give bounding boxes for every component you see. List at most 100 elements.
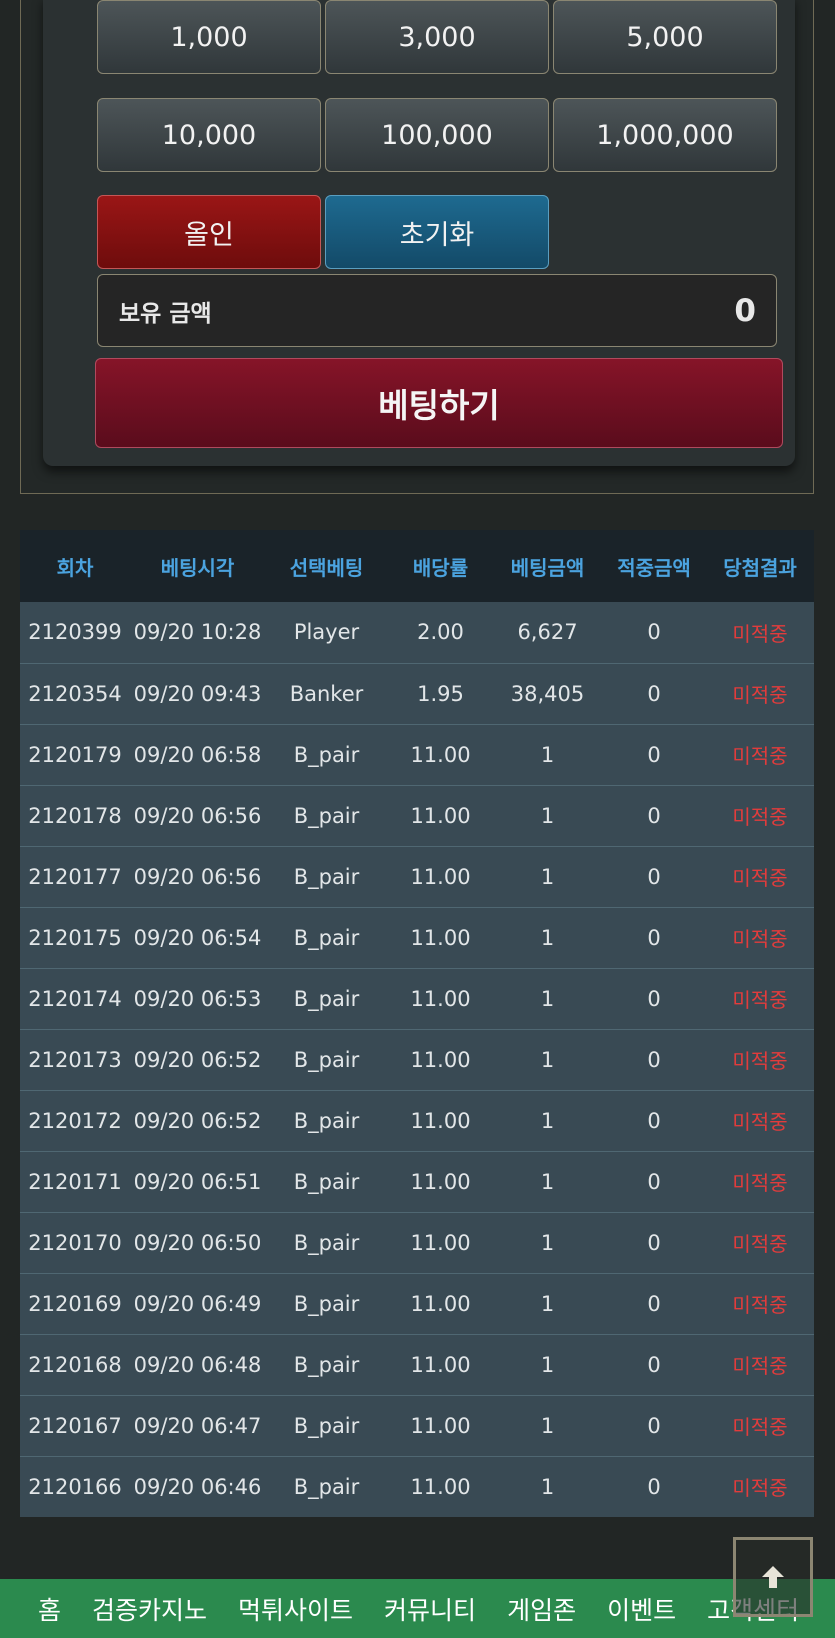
cell-bet-time: 09/20 06:54 (133, 925, 262, 950)
cell-selection: B_pair (293, 1169, 360, 1194)
cell-win-amount: 0 (647, 1474, 661, 1499)
chip-button-5000[interactable]: 5,000 (553, 0, 777, 74)
column-header-odds: 배당률 (412, 555, 469, 580)
nav-item-verified-casino[interactable]: 검증카지노 (92, 1591, 207, 1627)
cell-bet-amount: 1 (540, 986, 555, 1011)
nav-item-scam-sites[interactable]: 먹튀사이트 (238, 1591, 353, 1627)
cell-odds: 2.00 (417, 620, 464, 645)
table-row: 2120177 09/20 06:56 B_pair 11.00 1 0 미적중 (20, 846, 814, 907)
cell-selection: B_pair (293, 742, 360, 767)
cell-result: 미적중 (732, 1171, 788, 1195)
cell-result: 미적중 (732, 621, 788, 646)
cell-bet-time: 09/20 06:56 (133, 864, 262, 889)
table-row: 2120170 09/20 06:50 B_pair 11.00 1 0 미적중 (20, 1212, 814, 1273)
chip-button-10000[interactable]: 10,000 (97, 98, 321, 172)
cell-result: 미적중 (732, 866, 788, 890)
reset-button[interactable]: 초기화 (325, 195, 549, 269)
all-in-button[interactable]: 올인 (97, 195, 321, 269)
cell-round: 2120173 (28, 1047, 122, 1072)
cell-odds: 11.00 (410, 1169, 471, 1194)
cell-win-amount: 0 (647, 1413, 661, 1438)
nav-item-home[interactable]: 홈 (38, 1591, 61, 1627)
cell-bet-time: 09/20 06:56 (133, 803, 262, 828)
balance-label: 보유 금액 (119, 300, 212, 327)
cell-selection: B_pair (293, 1413, 360, 1438)
cell-round: 2120177 (28, 864, 122, 889)
cell-selection: B_pair (293, 925, 360, 950)
cell-selection: B_pair (293, 986, 360, 1011)
cell-win-amount: 0 (647, 1108, 661, 1133)
cell-selection: B_pair (293, 1291, 360, 1316)
column-header-win-amount: 적중금액 (617, 555, 691, 580)
table-header-row: 회차 베팅시각 선택베팅 배당률 베팅금액 적중금액 당첨결과 (20, 530, 814, 602)
cell-selection: B_pair (293, 803, 360, 828)
table-body: 2120399 09/20 10:28 Player 2.00 6,627 0 미적중 212… (20, 602, 814, 1517)
cell-round: 2120178 (28, 803, 122, 828)
nav-item-event[interactable]: 이벤트 (607, 1591, 676, 1627)
cell-win-amount: 0 (647, 1169, 661, 1194)
cell-win-amount: 0 (647, 986, 661, 1011)
cell-selection: B_pair (293, 1352, 360, 1377)
cell-result: 미적중 (732, 805, 788, 829)
cell-bet-time: 09/20 10:28 (133, 620, 262, 645)
chip-button-100000[interactable]: 100,000 (325, 98, 549, 172)
table-row: 2120171 09/20 06:51 B_pair 11.00 1 0 미적중 (20, 1151, 814, 1212)
table-row: 2120169 09/20 06:49 B_pair 11.00 1 0 미적중 (20, 1273, 814, 1334)
column-header-result: 당첨결과 (723, 555, 797, 580)
cell-bet-time: 09/20 06:46 (133, 1474, 262, 1499)
cell-odds: 11.00 (410, 925, 471, 950)
column-header-bet-amount: 베팅금액 (510, 555, 585, 580)
cell-odds: 11.00 (410, 864, 471, 889)
table-row: 2120173 09/20 06:52 B_pair 11.00 1 0 미적중 (20, 1029, 814, 1090)
chip-button-1000000[interactable]: 1,000,000 (553, 98, 777, 172)
cell-odds: 11.00 (410, 1474, 471, 1499)
cell-selection: B_pair (293, 1108, 360, 1133)
table-row: 2120174 09/20 06:53 B_pair 11.00 1 0 미적중 (20, 968, 814, 1029)
betting-panel-inner: 1,000 3,000 5,000 10,000 100,000 1,000,0… (43, 0, 795, 466)
cell-odds: 11.00 (410, 1108, 471, 1133)
cell-bet-amount: 1 (540, 1474, 555, 1499)
cell-round: 2120170 (28, 1230, 122, 1255)
cell-bet-amount: 1 (540, 742, 555, 767)
cell-win-amount: 0 (647, 803, 661, 828)
cell-result: 미적중 (732, 1232, 788, 1256)
arrow-up-icon (762, 1566, 784, 1588)
place-bet-button[interactable]: 베팅하기 (95, 358, 783, 448)
table-row: 2120179 09/20 06:58 B_pair 11.00 1 0 미적중 (20, 724, 814, 785)
table-row: 2120167 09/20 06:47 B_pair 11.00 1 0 미적중 (20, 1395, 814, 1456)
cell-bet-time: 09/20 06:48 (133, 1352, 262, 1377)
cell-win-amount: 0 (647, 925, 661, 950)
table-row: 2120172 09/20 06:52 B_pair 11.00 1 0 미적중 (20, 1090, 814, 1151)
cell-odds: 11.00 (410, 742, 471, 767)
cell-result: 미적중 (732, 1049, 788, 1073)
chip-button-3000[interactable]: 3,000 (325, 0, 549, 74)
cell-round: 2120179 (28, 742, 122, 767)
cell-bet-amount: 1 (540, 1291, 555, 1316)
cell-bet-time: 09/20 09:43 (133, 681, 262, 706)
cell-bet-amount: 1 (540, 1108, 555, 1133)
cell-result: 미적중 (732, 683, 788, 707)
cell-selection: B_pair (293, 1474, 360, 1499)
bottom-nav: 홈 검증카지노 먹튀사이트 커뮤니티 게임존 이벤트 고객센터 (0, 1579, 835, 1638)
scroll-top-button[interactable] (733, 1537, 813, 1617)
cell-bet-time: 09/20 06:52 (133, 1108, 262, 1133)
chip-button-1000[interactable]: 1,000 (97, 0, 321, 74)
cell-bet-amount: 1 (540, 1047, 555, 1072)
cell-result: 미적중 (732, 1354, 788, 1378)
cell-bet-amount: 1 (540, 864, 555, 889)
cell-selection: B_pair (293, 1230, 360, 1255)
cell-bet-time: 09/20 06:52 (133, 1047, 262, 1072)
cell-bet-amount: 1 (540, 1169, 555, 1194)
cell-round: 2120172 (28, 1108, 122, 1133)
table-row: 2120354 09/20 09:43 Banker 1.95 38,405 0 미적중 (20, 663, 814, 724)
cell-bet-time: 09/20 06:50 (133, 1230, 262, 1255)
balance-field: 보유 금액 0 (97, 274, 777, 347)
cell-win-amount: 0 (647, 1291, 661, 1316)
nav-item-community[interactable]: 커뮤니티 (384, 1591, 476, 1627)
cell-round: 2120169 (28, 1291, 122, 1316)
cell-odds: 1.95 (417, 681, 464, 706)
cell-round: 2120168 (28, 1352, 122, 1377)
nav-item-game-zone[interactable]: 게임존 (507, 1591, 576, 1627)
cell-bet-amount: 1 (540, 803, 555, 828)
cell-round: 2120167 (28, 1413, 122, 1438)
